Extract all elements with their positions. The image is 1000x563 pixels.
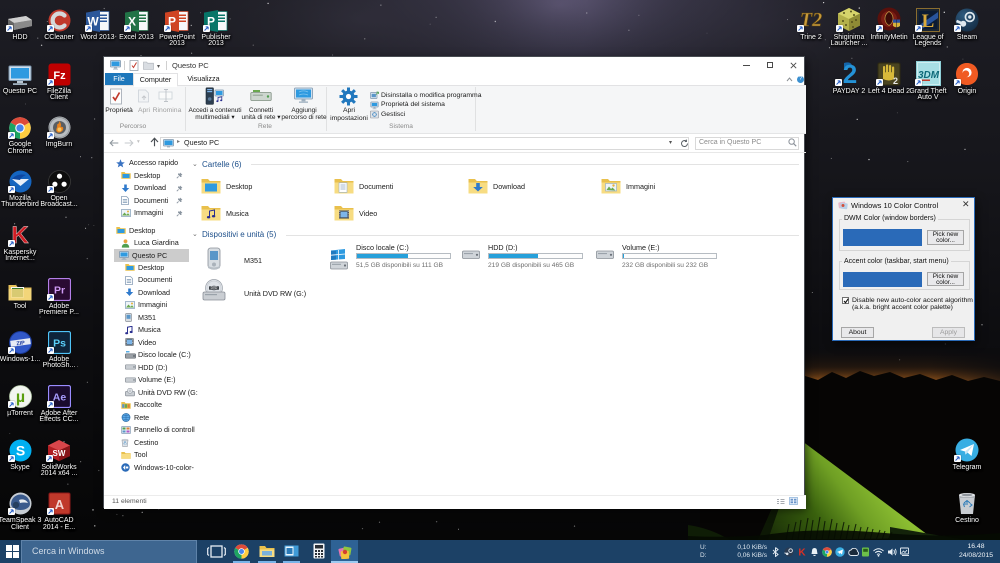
svg-text:Ae: Ae — [52, 391, 66, 403]
svg-text:K: K — [798, 548, 806, 557]
svg-text:Pr: Pr — [53, 284, 64, 296]
svg-text:DVD: DVD — [211, 286, 218, 290]
svg-text:SW: SW — [53, 449, 66, 458]
svg-text:A: A — [54, 497, 64, 512]
svg-text:Fz: Fz — [53, 70, 66, 82]
svg-text:Ps: Ps — [53, 338, 66, 350]
